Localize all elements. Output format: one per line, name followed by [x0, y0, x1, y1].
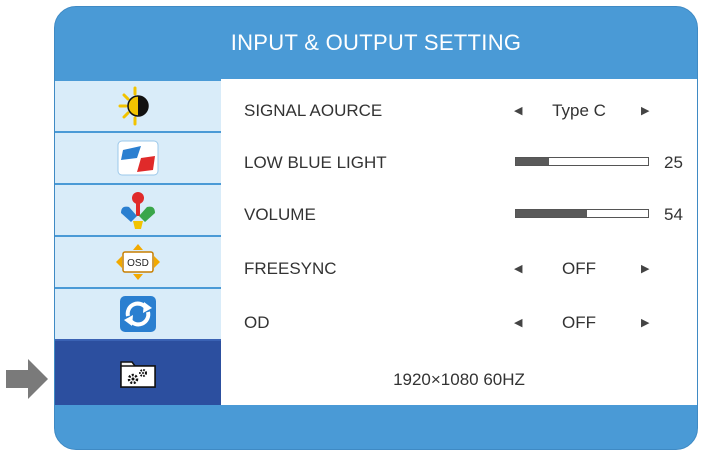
setting-row-signal-source[interactable]: SIGNAL AOURCE ◀ Type C ▶ — [221, 85, 697, 137]
sidebar-item-picture[interactable] — [55, 183, 221, 235]
sidebar-item-settings[interactable] — [55, 339, 221, 405]
setting-value: OFF — [562, 313, 596, 332]
setting-label: LOW BLUE LIGHT — [244, 153, 387, 172]
setting-row-freesync[interactable]: FREESYNC ◀ OFF ▶ — [221, 243, 697, 295]
setting-row-od[interactable]: OD ◀ OFF ▶ — [221, 297, 697, 349]
resolution-readout: 1920×1080 60HZ — [393, 370, 525, 389]
arrow-left-icon[interactable]: ◀ — [514, 243, 522, 295]
low-blue-light-slider[interactable] — [515, 157, 649, 166]
setting-row-volume[interactable]: VOLUME 54 — [221, 189, 697, 241]
slider-value: 25 — [664, 153, 683, 172]
arrow-right-icon[interactable]: ▶ — [641, 243, 649, 295]
osd-menu-window: INPUT & OUTPUT SETTING OSD SIGNAL AOURCE… — [54, 6, 698, 450]
reset-icon — [120, 296, 156, 332]
setting-label: FREESYNC — [244, 259, 337, 278]
setting-label: VOLUME — [244, 205, 316, 224]
slider-fill — [516, 210, 588, 217]
selection-pointer-arrow-icon — [6, 359, 48, 399]
slider-value: 54 — [664, 205, 683, 224]
sidebar-item-color[interactable] — [55, 131, 221, 183]
picture-mode-icon — [121, 192, 155, 229]
arrow-left-icon[interactable]: ◀ — [514, 297, 522, 349]
menu-footer — [55, 405, 697, 449]
settings-panel: SIGNAL AOURCE ◀ Type C ▶ LOW BLUE LIGHT … — [221, 79, 697, 405]
setting-label: OD — [244, 313, 270, 332]
arrow-right-icon[interactable]: ▶ — [641, 297, 649, 349]
sidebar-item-brightness[interactable] — [55, 79, 221, 131]
setting-value: Type C — [552, 101, 606, 120]
color-swatch-icon — [117, 140, 159, 176]
slider-fill — [516, 158, 549, 165]
sidebar-item-osd[interactable]: OSD — [55, 235, 221, 287]
arrow-right-icon[interactable]: ▶ — [641, 85, 649, 137]
setting-value: OFF — [562, 259, 596, 278]
menu-title: INPUT & OUTPUT SETTING — [230, 30, 522, 55]
settings-folder-icon — [120, 361, 156, 388]
brightness-contrast-icon — [118, 86, 149, 126]
volume-slider[interactable] — [515, 209, 649, 218]
sidebar: OSD — [55, 79, 221, 405]
sidebar-item-reset[interactable] — [55, 287, 221, 339]
setting-row-low-blue-light[interactable]: LOW BLUE LIGHT 25 — [221, 137, 697, 189]
setting-label: SIGNAL AOURCE — [244, 101, 383, 120]
osd-icon: OSD — [116, 244, 160, 280]
arrow-left-icon[interactable]: ◀ — [514, 85, 522, 137]
svg-text:OSD: OSD — [127, 258, 149, 269]
